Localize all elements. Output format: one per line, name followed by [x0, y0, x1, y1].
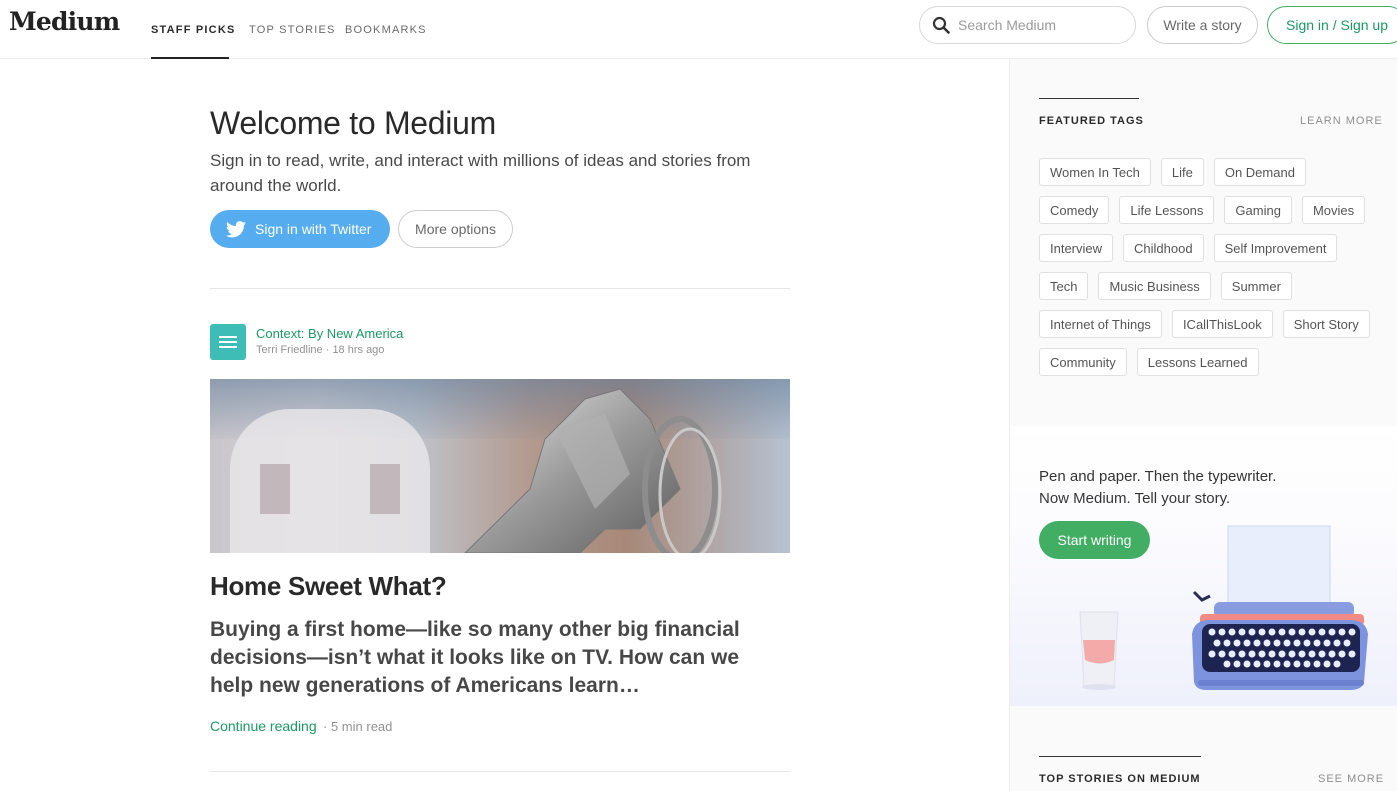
tag-chip[interactable]: Tech — [1039, 272, 1089, 300]
featured-tags-list: Women In Tech Life On Demand Comedy Life… — [1039, 158, 1384, 386]
top-stories-heading: TOP STORIES ON MEDIUM — [1039, 773, 1201, 785]
sign-in-twitter-button[interactable]: Sign in with Twitter — [210, 210, 390, 248]
story-meta: Terri Friedline · 18 hrs ago — [256, 344, 384, 356]
twitter-button-label: Sign in with Twitter — [255, 221, 372, 237]
tag-chip[interactable]: Interview — [1039, 234, 1114, 262]
publication-avatar[interactable] — [210, 324, 246, 360]
author-name[interactable]: Terri Friedline — [256, 344, 323, 356]
story-subtitle[interactable]: Buying a first home—like so many other b… — [210, 616, 780, 700]
divider — [210, 288, 790, 289]
list-icon-line — [219, 341, 237, 343]
tab-bookmarks[interactable]: BOOKMARKS — [345, 24, 427, 36]
tab-top-stories[interactable]: TOP STORIES — [249, 24, 336, 36]
tag-chip[interactable]: Self Improvement — [1213, 234, 1338, 262]
active-tab-indicator — [151, 57, 229, 59]
tag-chip[interactable]: Short Story — [1282, 310, 1370, 338]
tag-chip[interactable]: Community — [1039, 348, 1127, 376]
story-time: 18 hrs ago — [332, 344, 385, 356]
story-hero-image[interactable] — [210, 379, 790, 553]
typewriter-illustration — [1079, 525, 1368, 690]
list-icon-line — [219, 336, 237, 338]
search-icon — [932, 16, 950, 34]
tag-chip[interactable]: Women In Tech — [1039, 158, 1151, 186]
list-icon-line — [219, 346, 237, 348]
tag-chip[interactable]: ICallThisLook — [1171, 310, 1273, 338]
search-input[interactable] — [958, 17, 1123, 33]
tag-chip[interactable]: Comedy — [1039, 196, 1110, 224]
medium-logo[interactable]: Medium — [9, 7, 120, 36]
tab-staff-picks[interactable]: STAFF PICKS — [151, 24, 236, 36]
twitter-icon — [226, 220, 246, 237]
tag-chip[interactable]: Gaming — [1224, 196, 1292, 224]
house-key-image — [464, 388, 722, 553]
sign-in-button[interactable]: Sign in / Sign up — [1267, 6, 1397, 44]
featured-tags-heading: FEATURED TAGS — [1039, 115, 1144, 127]
read-time-label: 5 min read — [330, 719, 393, 734]
see-more-link[interactable]: SEE MORE — [1318, 773, 1384, 785]
learn-more-link[interactable]: LEARN MORE — [1300, 115, 1383, 127]
publication-name[interactable]: Context: By New America — [256, 326, 403, 341]
welcome-subtitle: Sign in to read, write, and interact wit… — [210, 151, 751, 195]
divider — [210, 771, 790, 772]
tag-chip[interactable]: Internet of Things — [1039, 310, 1162, 338]
read-time: · 5 min read — [323, 719, 392, 734]
section-rule — [1039, 756, 1201, 757]
meta-separator: · — [325, 344, 330, 356]
tag-chip[interactable]: Lessons Learned — [1136, 348, 1259, 376]
tag-chip[interactable]: Life — [1160, 158, 1204, 186]
tag-chip[interactable]: Life Lessons — [1119, 196, 1215, 224]
meta-separator: · — [323, 719, 328, 734]
promo-line: Now Medium. Tell your story. — [1039, 490, 1231, 507]
tag-chip[interactable]: Childhood — [1123, 234, 1204, 262]
top-nav: Medium STAFF PICKS TOP STORIES BOOKMARKS… — [0, 0, 1397, 59]
search-box[interactable] — [919, 6, 1136, 44]
more-options-button[interactable]: More options — [398, 210, 513, 248]
write-story-button[interactable]: Write a story — [1147, 6, 1258, 44]
continue-reading-link[interactable]: Continue reading — [210, 718, 317, 734]
story-title[interactable]: Home Sweet What? — [210, 571, 447, 602]
promo-line: Pen and paper. Then the typewriter. — [1039, 468, 1277, 485]
tag-chip[interactable]: Summer — [1220, 272, 1292, 300]
tag-chip[interactable]: Movies — [1301, 196, 1366, 224]
tag-chip[interactable]: Music Business — [1098, 272, 1211, 300]
promo-text: Pen and paper. Then the typewriter. Now … — [1039, 466, 1276, 510]
section-rule — [1039, 98, 1139, 99]
tag-chip[interactable]: On Demand — [1213, 158, 1306, 186]
welcome-title: Welcome to Medium — [210, 105, 496, 141]
